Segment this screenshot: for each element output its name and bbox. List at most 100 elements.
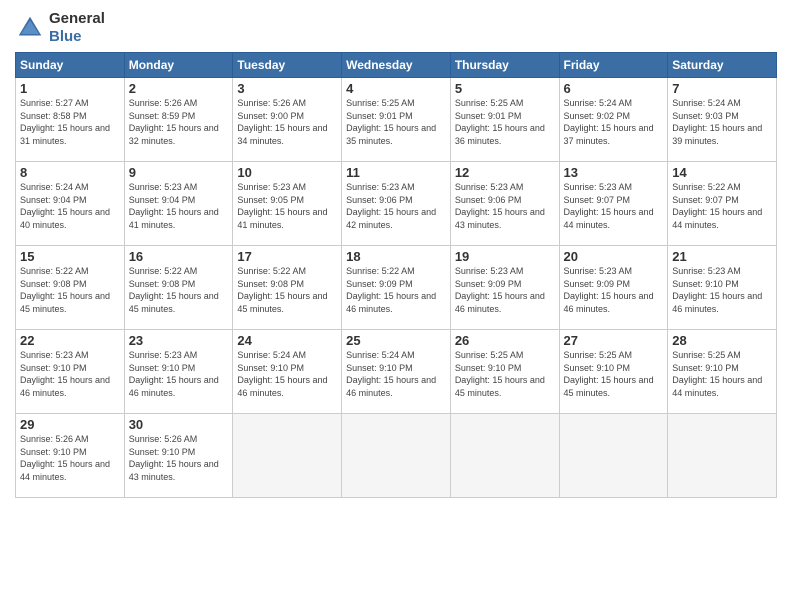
calendar-cell: 5Sunrise: 5:25 AMSunset: 9:01 PMDaylight… — [450, 78, 559, 162]
day-number: 5 — [455, 81, 555, 96]
calendar-cell: 30Sunrise: 5:26 AMSunset: 9:10 PMDayligh… — [124, 414, 233, 498]
calendar-cell: 26Sunrise: 5:25 AMSunset: 9:10 PMDayligh… — [450, 330, 559, 414]
calendar-cell: 17Sunrise: 5:22 AMSunset: 9:08 PMDayligh… — [233, 246, 342, 330]
calendar-week-2: 8Sunrise: 5:24 AMSunset: 9:04 PMDaylight… — [16, 162, 777, 246]
day-number: 13 — [564, 165, 664, 180]
day-info: Sunrise: 5:25 AMSunset: 9:10 PMDaylight:… — [672, 349, 772, 399]
calendar-cell: 1Sunrise: 5:27 AMSunset: 8:58 PMDaylight… — [16, 78, 125, 162]
day-info: Sunrise: 5:22 AMSunset: 9:08 PMDaylight:… — [237, 265, 337, 315]
day-number: 17 — [237, 249, 337, 264]
calendar-cell: 11Sunrise: 5:23 AMSunset: 9:06 PMDayligh… — [342, 162, 451, 246]
calendar-cell: 7Sunrise: 5:24 AMSunset: 9:03 PMDaylight… — [668, 78, 777, 162]
day-number: 8 — [20, 165, 120, 180]
calendar-cell — [233, 414, 342, 498]
day-number: 14 — [672, 165, 772, 180]
col-header-thursday: Thursday — [450, 53, 559, 78]
day-info: Sunrise: 5:25 AMSunset: 9:01 PMDaylight:… — [455, 97, 555, 147]
day-info: Sunrise: 5:25 AMSunset: 9:10 PMDaylight:… — [455, 349, 555, 399]
day-info: Sunrise: 5:23 AMSunset: 9:04 PMDaylight:… — [129, 181, 229, 231]
col-header-wednesday: Wednesday — [342, 53, 451, 78]
day-number: 20 — [564, 249, 664, 264]
calendar-cell: 2Sunrise: 5:26 AMSunset: 8:59 PMDaylight… — [124, 78, 233, 162]
calendar-cell: 16Sunrise: 5:22 AMSunset: 9:08 PMDayligh… — [124, 246, 233, 330]
day-info: Sunrise: 5:23 AMSunset: 9:06 PMDaylight:… — [455, 181, 555, 231]
day-number: 7 — [672, 81, 772, 96]
calendar: SundayMondayTuesdayWednesdayThursdayFrid… — [15, 52, 777, 498]
calendar-cell — [559, 414, 668, 498]
calendar-cell: 9Sunrise: 5:23 AMSunset: 9:04 PMDaylight… — [124, 162, 233, 246]
day-info: Sunrise: 5:23 AMSunset: 9:09 PMDaylight:… — [455, 265, 555, 315]
calendar-cell: 27Sunrise: 5:25 AMSunset: 9:10 PMDayligh… — [559, 330, 668, 414]
calendar-header-row: SundayMondayTuesdayWednesdayThursdayFrid… — [16, 53, 777, 78]
day-info: Sunrise: 5:22 AMSunset: 9:09 PMDaylight:… — [346, 265, 446, 315]
calendar-cell: 8Sunrise: 5:24 AMSunset: 9:04 PMDaylight… — [16, 162, 125, 246]
day-number: 1 — [20, 81, 120, 96]
day-info: Sunrise: 5:25 AMSunset: 9:10 PMDaylight:… — [564, 349, 664, 399]
day-number: 9 — [129, 165, 229, 180]
calendar-cell: 18Sunrise: 5:22 AMSunset: 9:09 PMDayligh… — [342, 246, 451, 330]
day-number: 22 — [20, 333, 120, 348]
day-number: 24 — [237, 333, 337, 348]
day-number: 27 — [564, 333, 664, 348]
day-info: Sunrise: 5:24 AMSunset: 9:03 PMDaylight:… — [672, 97, 772, 147]
day-number: 2 — [129, 81, 229, 96]
day-number: 10 — [237, 165, 337, 180]
day-info: Sunrise: 5:26 AMSunset: 9:10 PMDaylight:… — [129, 433, 229, 483]
day-number: 11 — [346, 165, 446, 180]
day-info: Sunrise: 5:26 AMSunset: 9:00 PMDaylight:… — [237, 97, 337, 147]
logo: General Blue — [15, 10, 105, 46]
day-info: Sunrise: 5:23 AMSunset: 9:07 PMDaylight:… — [564, 181, 664, 231]
logo-icon — [15, 13, 45, 43]
col-header-tuesday: Tuesday — [233, 53, 342, 78]
day-number: 16 — [129, 249, 229, 264]
calendar-cell: 19Sunrise: 5:23 AMSunset: 9:09 PMDayligh… — [450, 246, 559, 330]
header: General Blue — [15, 10, 777, 46]
calendar-cell: 23Sunrise: 5:23 AMSunset: 9:10 PMDayligh… — [124, 330, 233, 414]
calendar-cell: 21Sunrise: 5:23 AMSunset: 9:10 PMDayligh… — [668, 246, 777, 330]
day-number: 18 — [346, 249, 446, 264]
calendar-cell: 25Sunrise: 5:24 AMSunset: 9:10 PMDayligh… — [342, 330, 451, 414]
calendar-cell: 10Sunrise: 5:23 AMSunset: 9:05 PMDayligh… — [233, 162, 342, 246]
day-number: 15 — [20, 249, 120, 264]
day-number: 26 — [455, 333, 555, 348]
calendar-week-5: 29Sunrise: 5:26 AMSunset: 9:10 PMDayligh… — [16, 414, 777, 498]
day-number: 12 — [455, 165, 555, 180]
day-number: 19 — [455, 249, 555, 264]
calendar-cell: 13Sunrise: 5:23 AMSunset: 9:07 PMDayligh… — [559, 162, 668, 246]
page-container: General Blue SundayMondayTuesdayWednesda… — [0, 0, 792, 612]
day-info: Sunrise: 5:26 AMSunset: 8:59 PMDaylight:… — [129, 97, 229, 147]
day-number: 25 — [346, 333, 446, 348]
calendar-cell: 24Sunrise: 5:24 AMSunset: 9:10 PMDayligh… — [233, 330, 342, 414]
calendar-cell: 20Sunrise: 5:23 AMSunset: 9:09 PMDayligh… — [559, 246, 668, 330]
col-header-saturday: Saturday — [668, 53, 777, 78]
day-info: Sunrise: 5:23 AMSunset: 9:10 PMDaylight:… — [129, 349, 229, 399]
day-number: 6 — [564, 81, 664, 96]
day-info: Sunrise: 5:27 AMSunset: 8:58 PMDaylight:… — [20, 97, 120, 147]
calendar-cell — [342, 414, 451, 498]
day-info: Sunrise: 5:24 AMSunset: 9:02 PMDaylight:… — [564, 97, 664, 147]
day-info: Sunrise: 5:23 AMSunset: 9:10 PMDaylight:… — [20, 349, 120, 399]
calendar-week-4: 22Sunrise: 5:23 AMSunset: 9:10 PMDayligh… — [16, 330, 777, 414]
col-header-monday: Monday — [124, 53, 233, 78]
day-info: Sunrise: 5:23 AMSunset: 9:05 PMDaylight:… — [237, 181, 337, 231]
day-info: Sunrise: 5:23 AMSunset: 9:06 PMDaylight:… — [346, 181, 446, 231]
col-header-friday: Friday — [559, 53, 668, 78]
calendar-cell: 4Sunrise: 5:25 AMSunset: 9:01 PMDaylight… — [342, 78, 451, 162]
day-info: Sunrise: 5:22 AMSunset: 9:08 PMDaylight:… — [129, 265, 229, 315]
day-info: Sunrise: 5:22 AMSunset: 9:07 PMDaylight:… — [672, 181, 772, 231]
calendar-cell — [450, 414, 559, 498]
day-info: Sunrise: 5:26 AMSunset: 9:10 PMDaylight:… — [20, 433, 120, 483]
day-info: Sunrise: 5:23 AMSunset: 9:10 PMDaylight:… — [672, 265, 772, 315]
calendar-week-3: 15 Sunrise: 5:22 AMSunset: 9:08 PMDayligh… — [16, 246, 777, 330]
day-number: 28 — [672, 333, 772, 348]
day-number: 29 — [20, 417, 120, 432]
calendar-cell: 28Sunrise: 5:25 AMSunset: 9:10 PMDayligh… — [668, 330, 777, 414]
day-number: 30 — [129, 417, 229, 432]
calendar-cell: 12Sunrise: 5:23 AMSunset: 9:06 PMDayligh… — [450, 162, 559, 246]
col-header-sunday: Sunday — [16, 53, 125, 78]
calendar-cell: 22Sunrise: 5:23 AMSunset: 9:10 PMDayligh… — [16, 330, 125, 414]
calendar-cell: 3Sunrise: 5:26 AMSunset: 9:00 PMDaylight… — [233, 78, 342, 162]
day-info: Sunrise: 5:23 AMSunset: 9:09 PMDaylight:… — [564, 265, 664, 315]
day-info: Sunrise: 5:25 AMSunset: 9:01 PMDaylight:… — [346, 97, 446, 147]
day-info: Sunrise: 5:24 AMSunset: 9:10 PMDaylight:… — [346, 349, 446, 399]
